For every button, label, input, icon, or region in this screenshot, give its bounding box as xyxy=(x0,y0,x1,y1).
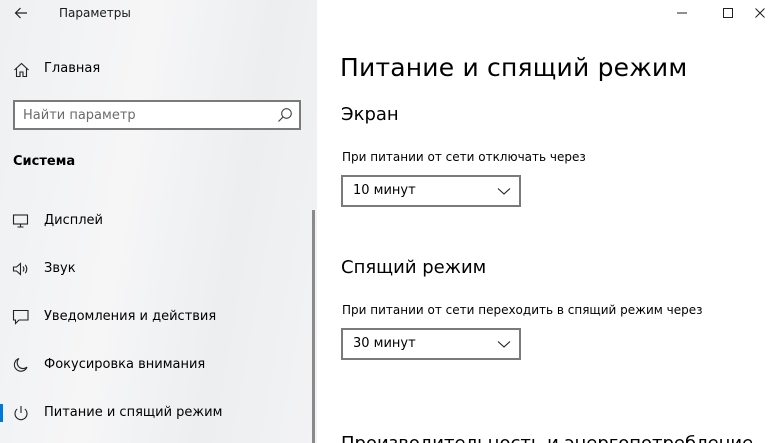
nav-home[interactable]: Главная xyxy=(0,55,317,85)
sleep-timeout-label: При питании от сети переходить в спящий … xyxy=(342,303,703,317)
sidebar-item-notifications[interactable]: Уведомления и действия xyxy=(0,300,311,334)
search-box[interactable] xyxy=(13,100,301,130)
chevron-down-icon xyxy=(497,188,511,195)
sidebar-item-power[interactable]: Питание и спящий режим xyxy=(0,396,311,430)
screen-timeout-label: При питании от сети отключать через xyxy=(342,150,586,164)
monitor-icon xyxy=(12,214,29,228)
sidebar-item-label: Уведомления и действия xyxy=(44,309,217,324)
nav-home-label: Главная xyxy=(44,61,101,76)
sidebar: Параметры Главная Система Дисплей Звук xyxy=(0,0,317,443)
sidebar-scrollbar[interactable] xyxy=(312,210,315,443)
sleep-heading: Спящий режим xyxy=(341,257,487,278)
search-input[interactable] xyxy=(23,106,263,124)
minimize-button[interactable] xyxy=(659,0,705,26)
home-icon xyxy=(14,62,29,78)
back-button[interactable] xyxy=(8,2,34,24)
active-indicator xyxy=(0,404,3,422)
close-button[interactable] xyxy=(737,0,783,26)
screen-timeout-value: 10 минут xyxy=(353,183,416,198)
section-title: Система xyxy=(13,154,76,169)
sidebar-item-sound[interactable]: Звук xyxy=(0,252,311,286)
performance-heading: Производительность и энергопотребление xyxy=(341,433,753,443)
sidebar-item-label: Дисплей xyxy=(44,213,104,228)
sidebar-item-label: Фокусировка внимания xyxy=(44,357,206,372)
power-icon xyxy=(14,406,28,421)
notification-icon xyxy=(12,309,29,325)
chevron-down-icon xyxy=(497,341,511,348)
maximize-icon xyxy=(723,8,733,18)
titlebar-left: Параметры xyxy=(0,0,317,28)
sidebar-item-label: Звук xyxy=(44,261,76,276)
sleep-timeout-value: 30 минут xyxy=(353,336,416,351)
speaker-icon xyxy=(12,262,28,276)
focus-moon-icon xyxy=(13,357,28,372)
back-arrow-icon xyxy=(14,7,27,19)
page-title: Питание и спящий режим xyxy=(340,53,688,82)
screen-timeout-dropdown[interactable]: 10 минут xyxy=(341,175,521,207)
sleep-timeout-dropdown[interactable]: 30 минут xyxy=(341,328,521,360)
minimize-icon xyxy=(677,12,687,14)
screen-heading: Экран xyxy=(341,104,399,125)
app-title: Параметры xyxy=(59,6,131,20)
search-icon xyxy=(278,108,292,122)
sidebar-item-label: Питание и спящий режим xyxy=(44,405,223,420)
close-icon xyxy=(755,8,765,18)
sidebar-item-display[interactable]: Дисплей xyxy=(0,204,311,238)
sidebar-item-focus-assist[interactable]: Фокусировка внимания xyxy=(0,348,311,382)
